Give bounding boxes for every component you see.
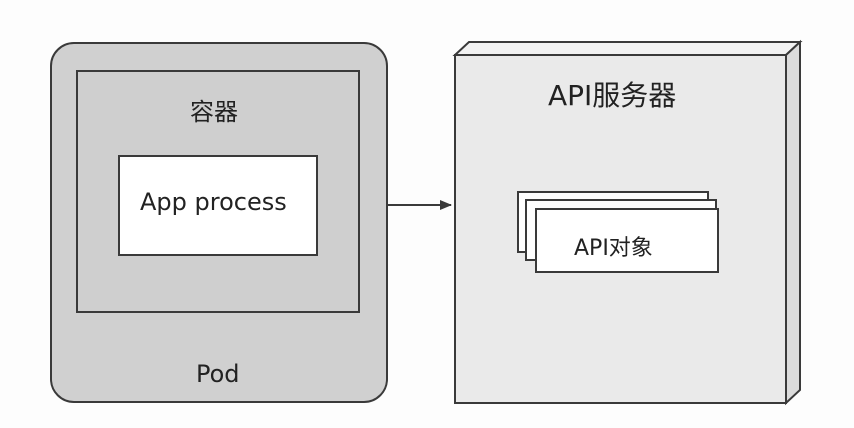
- container-label: 容器: [190, 98, 238, 126]
- app-process-label: App process: [140, 188, 287, 216]
- api-object-label: API对象: [574, 236, 653, 261]
- api-server-label: API服务器: [548, 79, 677, 112]
- diagram-canvas: 容器 App process Pod API服务器 API对象: [0, 0, 854, 428]
- pod-label: Pod: [196, 360, 240, 388]
